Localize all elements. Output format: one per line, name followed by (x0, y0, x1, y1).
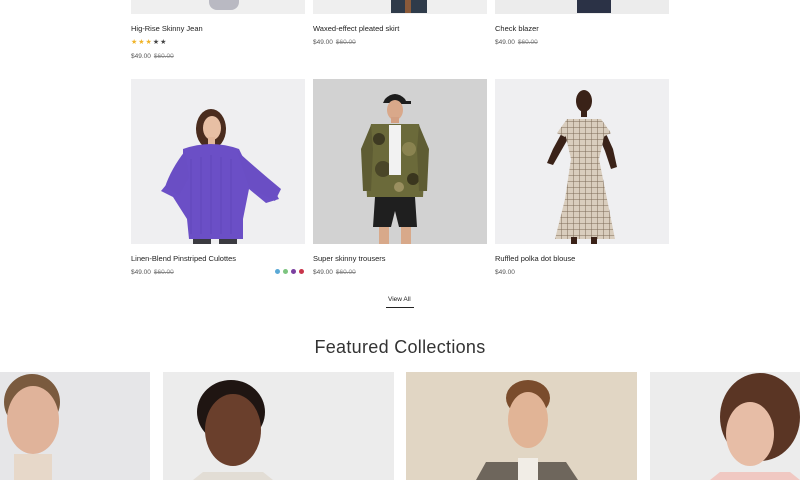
product-image-top-3[interactable] (495, 0, 669, 14)
color-swatch[interactable] (283, 269, 288, 274)
product-rating: ★★★★★ (131, 38, 167, 46)
product-image-sweater[interactable] (131, 79, 305, 244)
old-price: $60.00 (153, 53, 174, 60)
old-price: $60.00 (335, 39, 356, 46)
product-name[interactable]: Check blazer (495, 24, 539, 33)
current-price: $49.00 (131, 53, 151, 60)
product-price: $49.00 (495, 269, 515, 276)
old-price: $60.00 (517, 39, 538, 46)
current-price: $49.00 (313, 269, 333, 276)
collection-card[interactable] (406, 372, 637, 480)
collection-card[interactable] (163, 372, 394, 480)
model-photo (361, 94, 429, 244)
product-price: $49.00 $60.00 (131, 269, 174, 276)
product-image-top-1[interactable] (131, 0, 305, 14)
color-swatch[interactable] (291, 269, 296, 274)
old-price: $60.00 (335, 269, 356, 276)
collection-card[interactable] (0, 372, 150, 480)
model-photo (710, 373, 800, 480)
current-price: $49.00 (495, 269, 515, 276)
product-image-top-2[interactable] (313, 0, 487, 14)
product-name[interactable]: Super skinny trousers (313, 254, 386, 263)
product-price: $49.00 $60.00 (313, 39, 356, 46)
product-name[interactable]: Hig-Rise Skinny Jean (131, 24, 203, 33)
model-photo (4, 374, 60, 480)
current-price: $49.00 (131, 269, 151, 276)
view-all-underline (386, 307, 414, 308)
product-name[interactable]: Ruffled polka dot blouse (495, 254, 575, 263)
product-price: $49.00 $60.00 (495, 39, 538, 46)
product-image-dress[interactable] (495, 79, 669, 244)
product-price: $49.00 $60.00 (313, 269, 356, 276)
product-price: $49.00 $60.00 (131, 53, 174, 60)
current-price: $49.00 (313, 39, 333, 46)
product-image-camo[interactable] (313, 79, 487, 244)
current-price: $49.00 (495, 39, 515, 46)
model-photo (161, 109, 281, 244)
section-heading: Featured Collections (314, 337, 486, 357)
collection-card[interactable] (650, 372, 800, 480)
product-name[interactable]: Waxed-effect pleated skirt (313, 24, 399, 33)
star-icon: ★★ (152, 39, 168, 46)
color-swatch[interactable] (299, 269, 304, 274)
product-name[interactable]: Linen-Blend Pinstriped Culottes (131, 254, 236, 263)
model-photo (476, 380, 578, 480)
view-all-link[interactable]: View All (388, 296, 411, 303)
old-price: $60.00 (153, 269, 174, 276)
star-icon: ★★★ (131, 39, 153, 46)
model-photo (547, 90, 617, 244)
color-swatch[interactable] (275, 269, 280, 274)
model-photo (193, 380, 273, 480)
